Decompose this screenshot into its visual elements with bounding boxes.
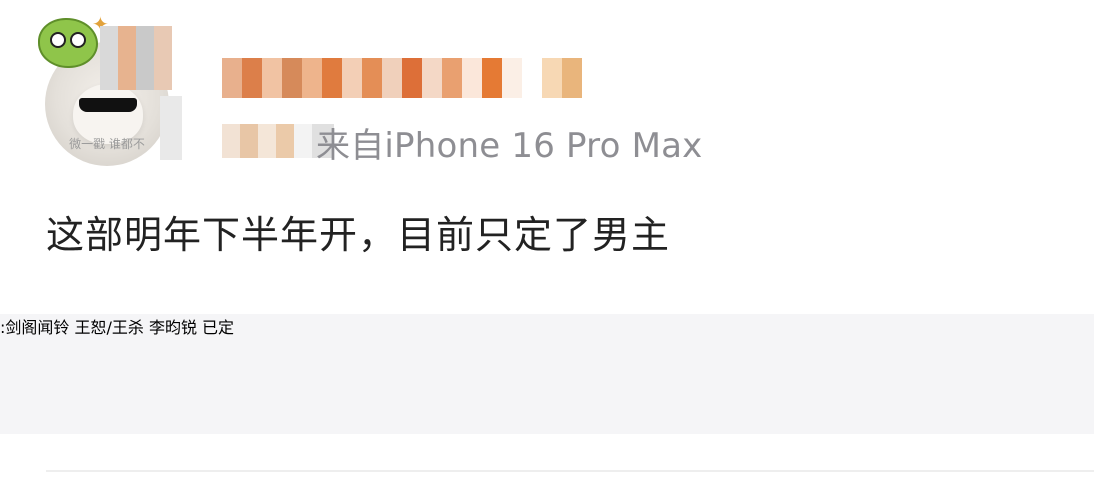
divider <box>46 470 1094 472</box>
blurred-username[interactable] <box>222 58 582 98</box>
avatar-caption: 微一戳 谁都不 <box>69 137 145 151</box>
sunglasses-graphic <box>79 98 137 112</box>
post-source-device: 来自iPhone 16 Pro Max <box>316 118 703 167</box>
post-card: 微一戳 谁都不 ✦ 来自iPhone 16 Pro Max 这部明年下半年开，目… <box>0 0 1094 492</box>
source-prefix: 来 <box>316 126 351 166</box>
source-device-label: 自iPhone 16 Pro Max <box>350 126 703 166</box>
blurred-avatar-overlay <box>100 26 172 90</box>
blurred-avatar-edge <box>160 96 182 160</box>
quoted-reply-text: :剑阁闻铃 王恕/王杀 李昀锐 已定 <box>0 314 1094 434</box>
post-text: 这部明年下半年开，目前只定了男主 <box>46 213 671 257</box>
frog-sticker-icon <box>38 18 98 68</box>
